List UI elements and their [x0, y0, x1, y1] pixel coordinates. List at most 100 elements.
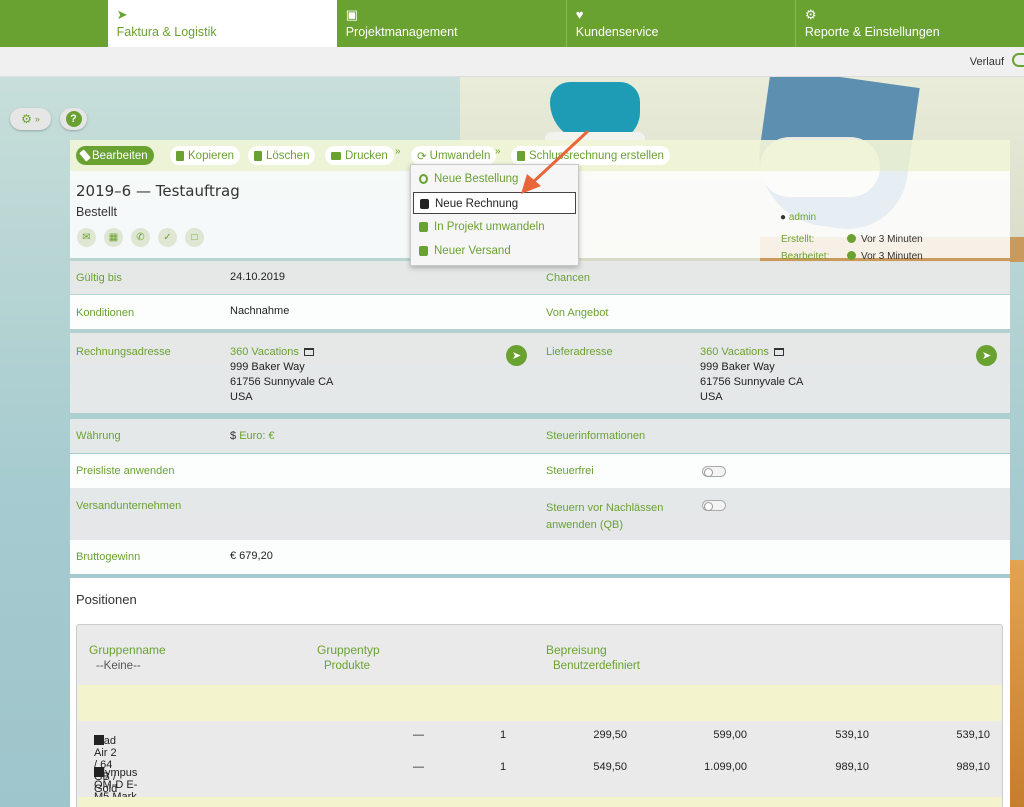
heart-icon: ♥ [575, 7, 584, 22]
address-book-icon[interactable] [773, 348, 784, 356]
package-icon [419, 246, 428, 256]
history-icon[interactable] [1012, 53, 1024, 67]
field-value: € 679,20 [230, 550, 273, 562]
field-label: Steuerinformationen [546, 430, 646, 442]
background-image-edge [1010, 560, 1024, 807]
record-status: Bestellt [76, 205, 117, 219]
top-navigation: ➤ Faktura & Logistik ▣ Projektmanagement… [0, 0, 1024, 47]
email-icon[interactable]: ✉ [77, 228, 96, 247]
print-button-label: Drucken [345, 149, 388, 162]
billing-company-link[interactable]: 360 Vacations [230, 346, 299, 358]
positions-table-header [78, 685, 1002, 721]
copy-button-label: Kopieren [188, 149, 235, 162]
convert-chevron-icon[interactable]: » [495, 146, 501, 157]
copy-icon [176, 150, 184, 161]
field-value[interactable]: Nachnahme [230, 305, 289, 317]
field-row-pricelist: Preisliste anwenden Steuerfrei [70, 454, 1010, 488]
info-icon [847, 234, 856, 243]
owner-name: admin [788, 212, 817, 223]
cell-list-price: 599,00 [713, 729, 747, 741]
table-footer-strip [78, 797, 1002, 807]
cell-price: 549,50 [593, 761, 627, 773]
menu-item-label: Neue Rechnung [435, 198, 519, 210]
menu-item-label: Neuer Versand [434, 245, 511, 257]
print-button[interactable]: Drucken [325, 146, 394, 165]
cell-net: 539,10 [835, 729, 869, 741]
shipping-company-link[interactable]: 360 Vacations [700, 346, 769, 358]
copy-button[interactable]: Kopieren [170, 146, 241, 165]
pricing-value[interactable]: Benutzerdefiniert [553, 660, 640, 672]
shipping-address: 360 Vacations 999 Baker Way 61756 Sunnyv… [700, 345, 803, 405]
record-owner[interactable]: ● admin [780, 212, 816, 223]
field-row-gross-profit: Bruttogewinn € 679,20 [70, 540, 1010, 574]
menu-item-new-shipment[interactable]: Neuer Versand [413, 240, 576, 262]
group-type-value[interactable]: Produkte [324, 660, 370, 672]
user-icon: ● [780, 212, 787, 223]
edit-button[interactable]: Bearbeiten [76, 146, 154, 165]
tab-reporte-einstellungen[interactable]: ⚙ Reporte & Einstellungen [794, 0, 1024, 47]
cell-total: 989,10 [956, 761, 990, 773]
field-label: Chancen [546, 272, 591, 284]
order-icon [419, 174, 428, 184]
positions-section: Positionen Gruppenname --Keine-- Gruppen… [70, 578, 1010, 807]
shipping-navigate-icon[interactable]: ➤ [976, 345, 997, 366]
convert-button-label: Umwandeln [429, 149, 491, 162]
field-label: Konditionen [76, 307, 135, 319]
annotation-arrow-icon [521, 130, 589, 194]
cube-icon: ▣ [345, 7, 358, 22]
trash-icon [254, 150, 262, 161]
table-row: iPad Air 2 / 64 GB / Gold — 1 299,50 599… [78, 725, 1002, 795]
coins-icon: $ [230, 430, 237, 442]
field-row-carrier: Versandunternehmen Steuern vor Nachlässe… [70, 488, 1010, 540]
history-link[interactable]: Verlauf [970, 56, 1004, 68]
info-icon [847, 251, 856, 260]
document-icon[interactable]: □ [185, 228, 204, 247]
field-label: Bruttogewinn [76, 551, 141, 563]
chevron-down-icon: » [34, 114, 40, 124]
gear-icon: ⚙ [21, 112, 32, 126]
menu-item-label: In Projekt umwandeln [434, 221, 545, 233]
created-value: Vor 3 Minuten [861, 234, 923, 245]
cell-list-price: 1.099,00 [704, 761, 747, 773]
task-check-icon[interactable]: ✓ [158, 228, 177, 247]
field-label: Steuerfrei [546, 465, 594, 477]
field-label: Lieferadresse [546, 346, 613, 358]
record-title: 2019–6 — Testauftrag [76, 182, 240, 200]
help-button[interactable]: ? [60, 108, 87, 130]
send-icon: ➤ [116, 7, 128, 22]
field-label: Preisliste anwenden [76, 465, 175, 477]
settings-menu-button[interactable]: ⚙» [10, 108, 51, 130]
tab-label: Faktura & Logistik [116, 25, 217, 39]
tab-projektmanagement[interactable]: ▣ Projektmanagement [337, 0, 566, 47]
group-name-value[interactable]: --Keine-- [96, 660, 141, 672]
field-label: Steuern vor Nachlässen anwenden (QB) [546, 500, 663, 534]
convert-button[interactable]: ⟳ Umwandeln [411, 146, 497, 165]
field-label: Rechnungsadresse [76, 346, 171, 358]
field-value[interactable]: 24.10.2019 [230, 271, 285, 283]
delete-button[interactable]: Löschen [248, 146, 316, 165]
billing-country: USA [230, 391, 253, 403]
gear-icon: ⚙ [804, 7, 817, 22]
pricing-label: Bepreisung [546, 643, 607, 657]
currency-value[interactable]: $ Euro: € [230, 430, 275, 442]
tax-free-toggle[interactable] [702, 466, 726, 477]
cell-total: 539,10 [956, 729, 990, 741]
calendar-icon[interactable]: ▦ [104, 228, 123, 247]
tab-faktura-logistik[interactable]: ➤ Faktura & Logistik [107, 0, 337, 47]
group-name-label: Gruppenname [89, 643, 166, 657]
address-book-icon[interactable] [303, 348, 314, 356]
menu-item-convert-to-project[interactable]: In Projekt umwandeln [413, 216, 576, 238]
positions-title: Positionen [76, 592, 137, 607]
billing-address: 360 Vacations 999 Baker Way 61756 Sunnyv… [230, 345, 333, 405]
cell-dash: — [413, 729, 424, 741]
field-row-conditions: Konditionen Nachnahme Von Angebot [70, 295, 1010, 329]
tab-kundenservice[interactable]: ♥ Kundenservice [565, 0, 795, 47]
print-chevron-icon[interactable]: » [395, 146, 401, 157]
phone-icon[interactable]: ✆ [131, 228, 150, 247]
billing-street: 999 Baker Way [230, 361, 305, 373]
cell-quantity: 1 [500, 761, 507, 773]
cell-quantity: 1 [500, 729, 507, 741]
shipping-country: USA [700, 391, 723, 403]
tax-before-discount-toggle[interactable] [702, 500, 726, 511]
billing-navigate-icon[interactable]: ➤ [506, 345, 527, 366]
